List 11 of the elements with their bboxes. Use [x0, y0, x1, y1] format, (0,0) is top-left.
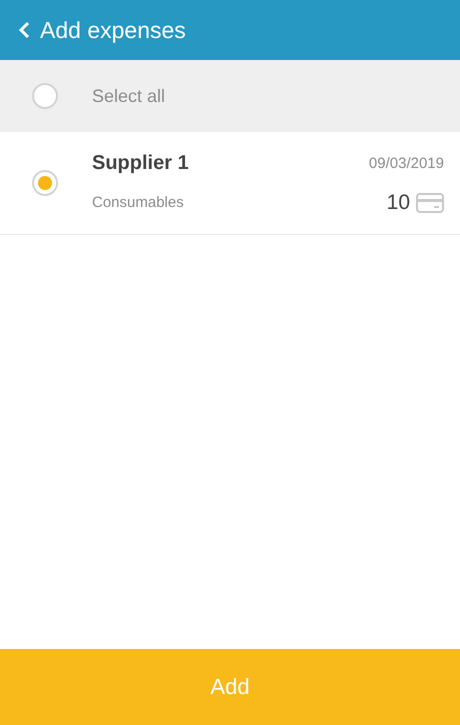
screen-title: Add expenses — [40, 16, 186, 44]
select-all-label: Select all — [92, 86, 166, 106]
back-icon[interactable] — [18, 21, 30, 39]
select-all-radio[interactable] — [32, 83, 58, 109]
expense-radio[interactable] — [32, 170, 58, 196]
expense-category: Consumables — [92, 194, 184, 211]
credit-card-icon — [416, 192, 444, 212]
expense-amount: 10 — [386, 190, 410, 214]
expense-date: 09/03/2019 — [368, 154, 444, 172]
add-button[interactable]: Add — [0, 649, 460, 725]
supplier-name: Supplier 1 — [92, 152, 189, 174]
